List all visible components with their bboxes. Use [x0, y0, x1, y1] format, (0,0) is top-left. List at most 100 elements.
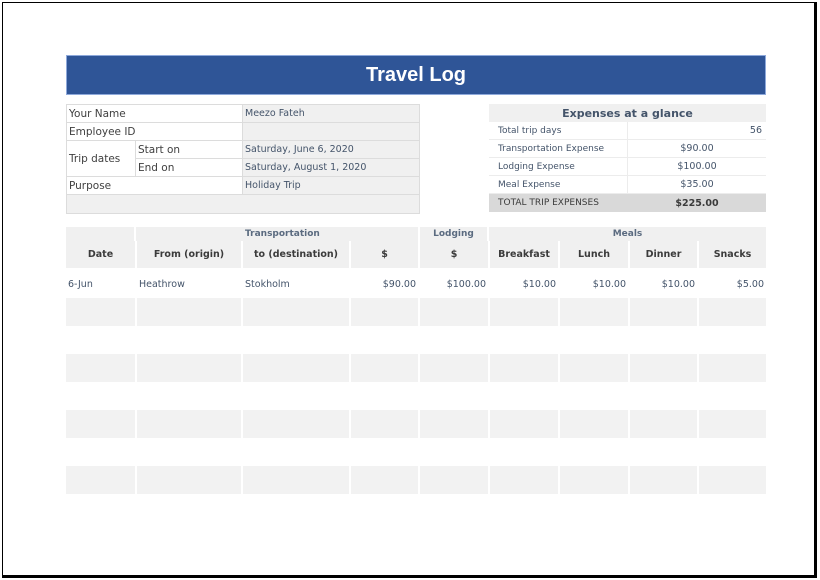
cell-breakfast[interactable] — [488, 466, 558, 494]
notes-blank-row[interactable] — [67, 195, 419, 213]
purpose-value[interactable]: Holiday Trip — [243, 177, 419, 195]
cell-from-origin[interactable] — [135, 354, 241, 382]
expenses-summary-title: Expenses at a glance — [489, 104, 766, 122]
cell-from-origin[interactable] — [135, 438, 241, 466]
table-row — [66, 354, 766, 382]
summary-label: Transportation Expense — [489, 140, 628, 157]
cell-transport-cost[interactable] — [349, 466, 418, 494]
cell-transport-cost[interactable]: $90.00 — [349, 270, 418, 298]
cell-lodging-cost[interactable] — [418, 466, 488, 494]
total-expenses-value: $225.00 — [675, 197, 719, 209]
column-header-lodging-cost: $ — [418, 241, 488, 268]
summary-label: Total trip days — [489, 122, 628, 139]
cell-snacks[interactable] — [697, 410, 766, 438]
cell-dinner[interactable] — [628, 410, 697, 438]
cell-snacks[interactable] — [697, 298, 766, 326]
cell-snacks[interactable] — [697, 382, 766, 410]
cell-breakfast[interactable] — [488, 326, 558, 354]
cell-from-origin[interactable] — [135, 298, 241, 326]
table-row — [66, 382, 766, 410]
table-row — [66, 298, 766, 326]
cell-transport-cost[interactable] — [349, 298, 418, 326]
group-header-lodging: Lodging — [433, 229, 474, 239]
traveler-info-table: Your Name Meezo Fateh Employee ID Trip d… — [66, 104, 420, 214]
summary-row-total: TOTAL TRIP EXPENSES $225.00 — [489, 194, 766, 212]
cell-lunch[interactable]: $10.00 — [558, 270, 628, 298]
column-header-transport-cost: $ — [349, 241, 418, 268]
employee-id-value[interactable] — [243, 123, 419, 141]
cell-breakfast[interactable] — [488, 382, 558, 410]
table-row: 6-Jun Heathrow Stokholm $90.00 $100.00 $10.00… — [66, 270, 766, 298]
cell-to-destination[interactable] — [241, 438, 349, 466]
cell-to-destination[interactable] — [241, 466, 349, 494]
cell-lodging-cost[interactable]: $100.00 — [418, 270, 488, 298]
cell-transport-cost[interactable] — [349, 326, 418, 354]
start-on-value[interactable]: Saturday, June 6, 2020 — [243, 141, 419, 159]
group-header-transportation: Transportation — [245, 229, 320, 239]
cell-to-destination[interactable] — [241, 298, 349, 326]
cell-dinner[interactable] — [628, 354, 697, 382]
cell-lunch[interactable] — [558, 298, 628, 326]
cell-breakfast[interactable] — [488, 410, 558, 438]
cell-date[interactable] — [66, 382, 135, 410]
cell-from-origin[interactable] — [135, 382, 241, 410]
cell-date[interactable] — [66, 438, 135, 466]
cell-lunch[interactable] — [558, 410, 628, 438]
cell-dinner[interactable]: $10.00 — [628, 270, 697, 298]
cell-to-destination[interactable] — [241, 354, 349, 382]
column-group-header-row: Transportation Lodging Meals — [66, 227, 766, 241]
cell-lodging-cost[interactable] — [418, 326, 488, 354]
cell-snacks[interactable]: $5.00 — [697, 270, 766, 298]
employee-id-label: Employee ID — [67, 123, 243, 141]
cell-date[interactable] — [66, 298, 135, 326]
cell-dinner[interactable] — [628, 438, 697, 466]
column-header-row: Date From (origin) to (destination) $ $ Break… — [66, 241, 766, 268]
cell-from-origin[interactable] — [135, 326, 241, 354]
cell-lunch[interactable] — [558, 466, 628, 494]
column-header-to-destination: to (destination) — [241, 241, 349, 268]
end-on-value[interactable]: Saturday, August 1, 2020 — [243, 159, 419, 177]
cell-to-destination[interactable] — [241, 410, 349, 438]
column-header-from-origin: From (origin) — [135, 241, 241, 268]
cell-from-origin[interactable]: Heathrow — [135, 270, 241, 298]
cell-breakfast[interactable] — [488, 438, 558, 466]
cell-lunch[interactable] — [558, 326, 628, 354]
cell-snacks[interactable] — [697, 466, 766, 494]
cell-to-destination[interactable] — [241, 382, 349, 410]
cell-dinner[interactable] — [628, 382, 697, 410]
cell-transport-cost[interactable] — [349, 382, 418, 410]
cell-lunch[interactable] — [558, 354, 628, 382]
cell-date[interactable] — [66, 354, 135, 382]
cell-date[interactable]: 6-Jun — [66, 270, 135, 298]
cell-date[interactable] — [66, 326, 135, 354]
cell-lodging-cost[interactable] — [418, 382, 488, 410]
cell-to-destination[interactable]: Stokholm — [241, 270, 349, 298]
cell-breakfast[interactable] — [488, 298, 558, 326]
cell-lodging-cost[interactable] — [418, 410, 488, 438]
cell-date[interactable] — [66, 410, 135, 438]
cell-dinner[interactable] — [628, 298, 697, 326]
cell-transport-cost[interactable] — [349, 354, 418, 382]
cell-lunch[interactable] — [558, 382, 628, 410]
total-expenses-label: TOTAL TRIP EXPENSES — [498, 198, 599, 208]
cell-transport-cost[interactable] — [349, 410, 418, 438]
cell-snacks[interactable] — [697, 354, 766, 382]
cell-lunch[interactable] — [558, 438, 628, 466]
cell-snacks[interactable] — [697, 438, 766, 466]
cell-to-destination[interactable] — [241, 326, 349, 354]
your-name-value[interactable]: Meezo Fateh — [243, 105, 419, 123]
cell-from-origin[interactable] — [135, 410, 241, 438]
cell-dinner[interactable] — [628, 326, 697, 354]
cell-lodging-cost[interactable] — [418, 438, 488, 466]
column-header-snacks: Snacks — [697, 241, 766, 268]
cell-dinner[interactable] — [628, 466, 697, 494]
cell-transport-cost[interactable] — [349, 438, 418, 466]
cell-snacks[interactable] — [697, 326, 766, 354]
cell-lodging-cost[interactable] — [418, 298, 488, 326]
cell-lodging-cost[interactable] — [418, 354, 488, 382]
table-row — [66, 410, 766, 438]
cell-breakfast[interactable]: $10.00 — [488, 270, 558, 298]
cell-from-origin[interactable] — [135, 466, 241, 494]
cell-breakfast[interactable] — [488, 354, 558, 382]
cell-date[interactable] — [66, 466, 135, 494]
